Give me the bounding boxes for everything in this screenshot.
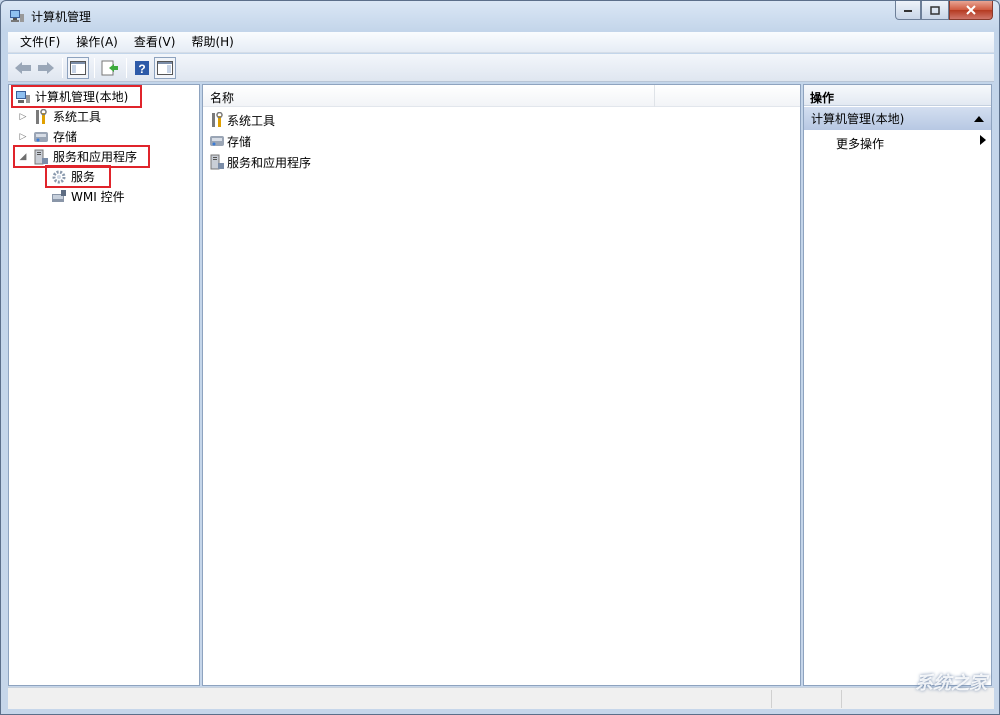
- tree-item-system-tools[interactable]: ▷ 系统工具: [17, 107, 101, 126]
- toolbar-separator: [126, 57, 127, 78]
- column-name-header[interactable]: 名称: [210, 89, 234, 106]
- list-item-system-tools[interactable]: 系统工具: [209, 110, 275, 130]
- tree-item-computer-management[interactable]: 计算机管理(本地): [11, 85, 142, 108]
- tree-item-wmi-control[interactable]: WMI 控件: [51, 187, 125, 206]
- system-tools-icon: [33, 108, 49, 125]
- computer-management-window: 计算机管理 文件(F) 操作(A) 查看(V) 帮助(H) ? 计算机管理(本地…: [0, 0, 1000, 715]
- status-bar: [8, 687, 994, 709]
- help-icon: ?: [135, 60, 149, 76]
- title-bar[interactable]: 计算机管理: [1, 1, 999, 31]
- more-actions-label: 更多操作: [836, 137, 885, 151]
- status-panel: [771, 690, 841, 708]
- list-item-label: 存储: [227, 134, 252, 149]
- action-pane-icon: [157, 60, 173, 75]
- more-actions-item[interactable]: 更多操作: [836, 135, 986, 152]
- help-button[interactable]: ?: [131, 57, 153, 79]
- services-and-applications-icon: [209, 154, 225, 170]
- minimize-button[interactable]: [895, 1, 921, 20]
- menu-action[interactable]: 操作(A): [68, 33, 126, 52]
- export-list-button[interactable]: [99, 57, 121, 79]
- list-item-services-and-applications[interactable]: 服务和应用程序: [209, 152, 311, 172]
- services-and-applications-icon: [33, 149, 49, 165]
- list-item-label: 系统工具: [227, 113, 276, 128]
- tree-label: 计算机管理(本地): [35, 90, 129, 104]
- console-tree-pane: 计算机管理(本地) ▷ 系统工具 ▷ 存储 ◢ 服务和应用程序 服务 WMI 控…: [8, 84, 200, 686]
- storage-icon: [209, 133, 225, 149]
- collapse-up-icon[interactable]: [974, 115, 984, 122]
- show-hide-console-tree-button[interactable]: [67, 56, 89, 79]
- tree-label: WMI 控件: [71, 190, 125, 204]
- tree-label: 存储: [53, 130, 78, 144]
- column-divider[interactable]: [654, 85, 655, 107]
- expand-arrow-icon[interactable]: ▷: [17, 111, 29, 123]
- toolbar: ?: [8, 54, 994, 82]
- tree-item-storage[interactable]: ▷ 存储: [17, 127, 77, 146]
- maximize-icon: [930, 5, 940, 15]
- expand-arrow-icon[interactable]: ▷: [17, 131, 29, 143]
- list-item-storage[interactable]: 存储: [209, 131, 251, 151]
- menu-file[interactable]: 文件(F): [12, 33, 68, 52]
- back-arrow-icon: [15, 61, 31, 74]
- toolbar-separator: [94, 57, 95, 78]
- window-title: 计算机管理: [31, 10, 92, 24]
- menu-bar: 文件(F) 操作(A) 查看(V) 帮助(H): [8, 32, 994, 53]
- tree-item-services-and-applications[interactable]: ◢ 服务和应用程序: [13, 145, 150, 168]
- tree-label: 系统工具: [53, 110, 102, 124]
- actions-section-label: 计算机管理(本地): [811, 112, 905, 126]
- system-tools-icon: [209, 111, 225, 128]
- menu-view[interactable]: 查看(V): [126, 33, 184, 52]
- watermark-logo: 系统之家: [915, 673, 987, 694]
- close-icon: [966, 5, 976, 15]
- minimize-icon: [904, 10, 912, 12]
- tree-label: 服务和应用程序: [53, 150, 138, 164]
- computer-management-icon: [9, 8, 25, 24]
- show-hide-action-pane-button[interactable]: [154, 56, 176, 79]
- collapse-arrow-icon[interactable]: ◢: [17, 151, 29, 163]
- forward-button[interactable]: [35, 57, 57, 79]
- maximize-button[interactable]: [921, 1, 949, 20]
- submenu-arrow-icon: [980, 135, 986, 145]
- actions-header: 操作: [804, 85, 991, 106]
- list-item-label: 服务和应用程序: [227, 155, 312, 170]
- close-button[interactable]: [949, 1, 993, 20]
- storage-icon: [33, 129, 49, 145]
- actions-pane: 操作 计算机管理(本地) 更多操作: [803, 84, 992, 686]
- actions-section-computer-management[interactable]: 计算机管理(本地): [804, 107, 991, 130]
- tree-item-services[interactable]: 服务: [45, 165, 111, 188]
- result-list-pane: 名称 系统工具 存储 服务和应用程序: [202, 84, 801, 686]
- back-button[interactable]: [12, 57, 34, 79]
- console-tree-icon: [70, 60, 86, 75]
- export-list-icon: [101, 60, 118, 75]
- list-column-header[interactable]: 名称: [203, 85, 800, 107]
- toolbar-separator: [62, 57, 63, 78]
- forward-arrow-icon: [38, 61, 54, 74]
- svg-text:?: ?: [138, 62, 145, 76]
- tree-label: 服务: [71, 170, 96, 184]
- services-gear-icon: [51, 169, 67, 185]
- wmi-control-icon: [51, 189, 67, 205]
- computer-management-icon: [15, 89, 31, 105]
- menu-help[interactable]: 帮助(H): [183, 33, 241, 52]
